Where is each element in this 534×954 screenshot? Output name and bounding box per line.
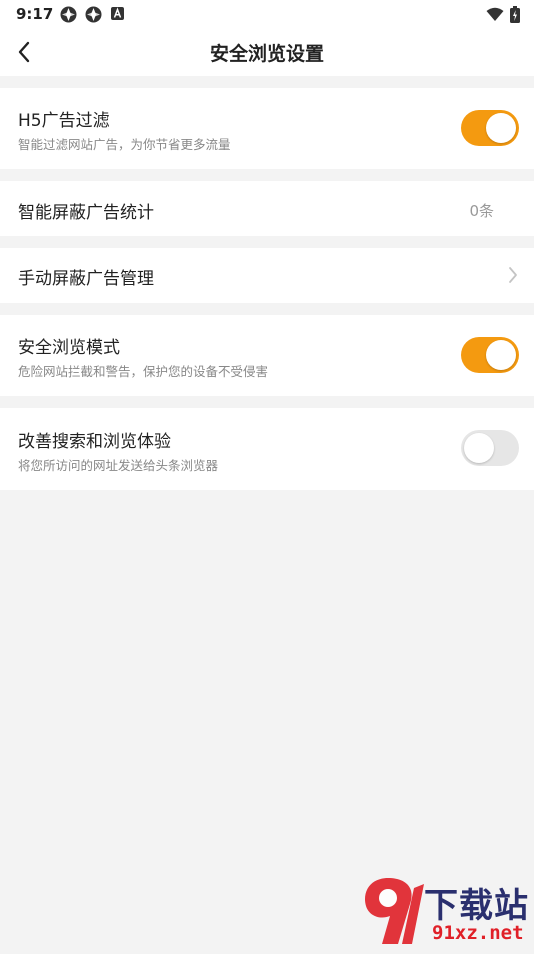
block-count-value: 0条 xyxy=(469,202,494,220)
setting-subtitle: 智能过滤网站广告，为你节省更多流量 xyxy=(18,137,231,152)
setting-subtitle: 将您所访问的网址发送给头条浏览器 xyxy=(18,458,219,473)
header: 安全浏览设置 xyxy=(0,28,534,76)
wifi-icon xyxy=(486,7,504,26)
setting-manual-block[interactable]: 手动屏蔽广告管理 xyxy=(0,248,534,303)
setting-title: 改善搜索和浏览体验 xyxy=(18,432,171,452)
watermark: 下载站 91xz.net xyxy=(358,874,534,950)
battery-icon xyxy=(510,6,520,27)
notification-icons xyxy=(60,6,125,27)
setting-h5-filter: H5广告过滤 智能过滤网站广告，为你节省更多流量 xyxy=(0,88,534,169)
app-notification-icon xyxy=(85,6,102,27)
status-bar: 9:17 xyxy=(0,0,534,28)
page-title: 安全浏览设置 xyxy=(209,43,324,65)
setting-safe-mode: 安全浏览模式 危险网站拦截和警告，保护您的设备不受侵害 xyxy=(0,315,534,396)
watermark-cn-text: 下载站 xyxy=(424,886,529,926)
improve-toggle[interactable] xyxy=(461,430,519,466)
font-notification-icon xyxy=(110,6,125,27)
app-notification-icon xyxy=(60,6,77,27)
safe-mode-toggle[interactable] xyxy=(461,337,519,373)
toggle-knob xyxy=(464,433,494,463)
toggle-knob xyxy=(486,340,516,370)
setting-title: 智能屏蔽广告统计 xyxy=(18,203,154,223)
chevron-right-icon xyxy=(509,267,517,283)
setting-smart-block-stats[interactable]: 智能屏蔽广告统计 0条 xyxy=(0,181,534,236)
status-time: 9:17 xyxy=(16,5,54,23)
toggle-knob xyxy=(486,113,516,143)
setting-title: H5广告过滤 xyxy=(18,111,110,131)
setting-title: 手动屏蔽广告管理 xyxy=(18,269,154,289)
setting-improve: 改善搜索和浏览体验 将您所访问的网址发送给头条浏览器 xyxy=(0,408,534,490)
h5-filter-toggle[interactable] xyxy=(461,110,519,146)
watermark-url-text: 91xz.net xyxy=(432,922,524,944)
setting-title: 安全浏览模式 xyxy=(18,338,120,358)
setting-subtitle: 危险网站拦截和警告，保护您的设备不受侵害 xyxy=(18,364,269,379)
system-icons xyxy=(486,6,520,27)
